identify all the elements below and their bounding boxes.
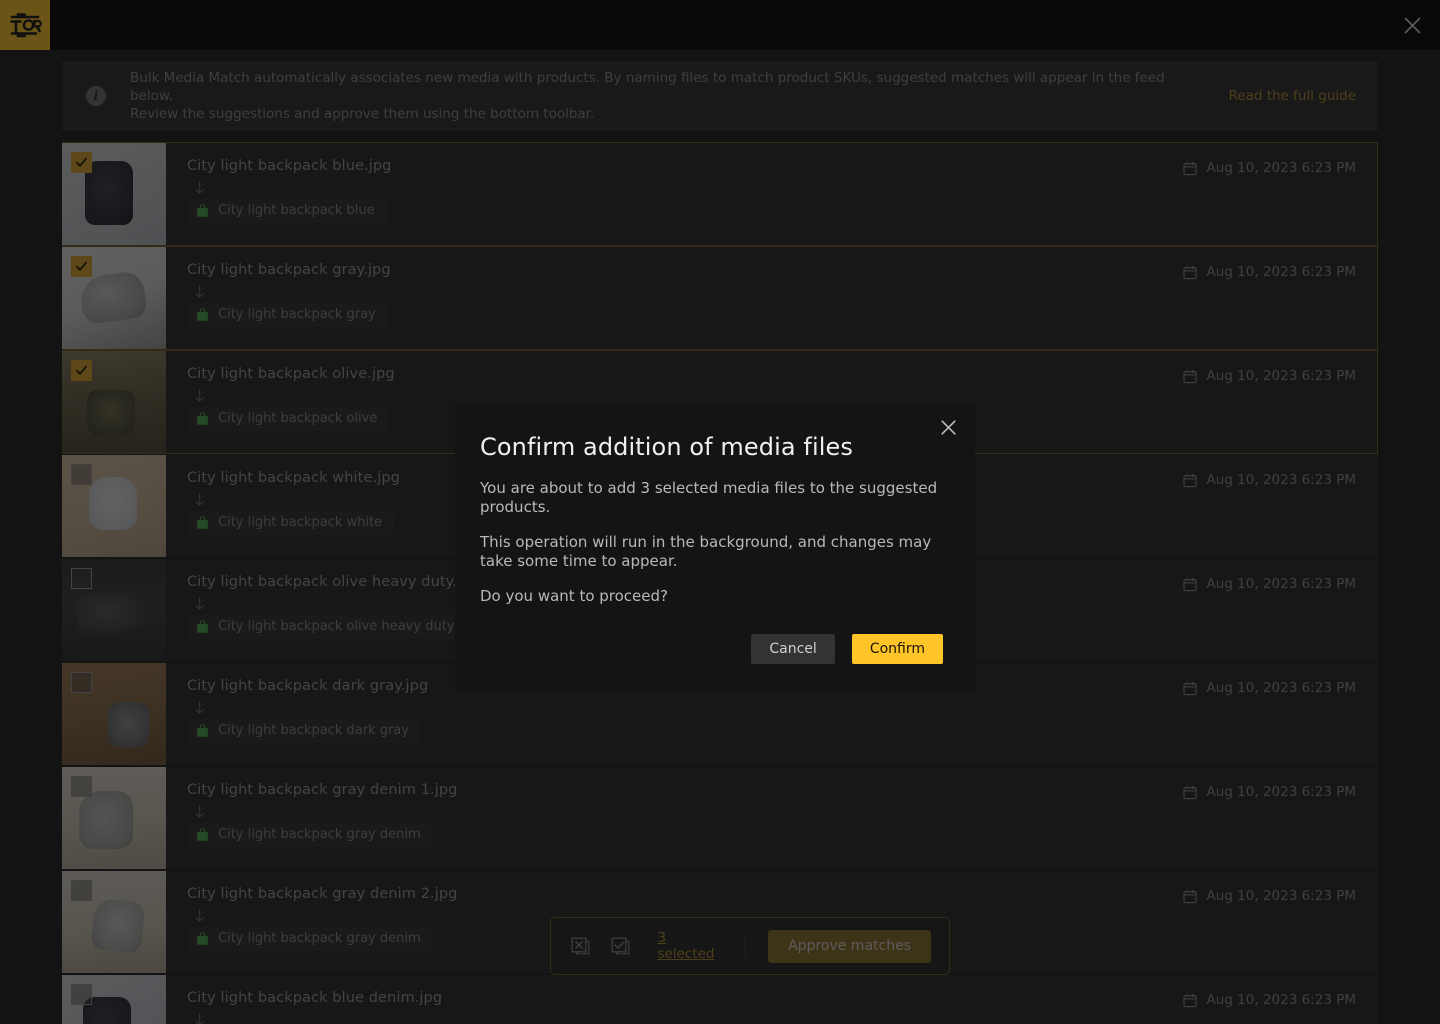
confirm-dialog: Confirm addition of media files You are …	[455, 402, 975, 690]
app-root: i Bulk Media Match automatically associa…	[0, 0, 1440, 1024]
cancel-button[interactable]: Cancel	[751, 634, 834, 664]
confirm-button[interactable]: Confirm	[852, 634, 943, 664]
dialog-actions: Cancel Confirm	[480, 634, 943, 664]
dialog-close-icon[interactable]	[933, 412, 963, 442]
dialog-title: Confirm addition of media files	[480, 432, 943, 462]
dialog-paragraph-2: This operation will run in the backgroun…	[480, 533, 943, 571]
dialog-paragraph-1: You are about to add 3 selected media fi…	[480, 479, 943, 517]
dialog-paragraph-3: Do you want to proceed?	[480, 587, 943, 606]
